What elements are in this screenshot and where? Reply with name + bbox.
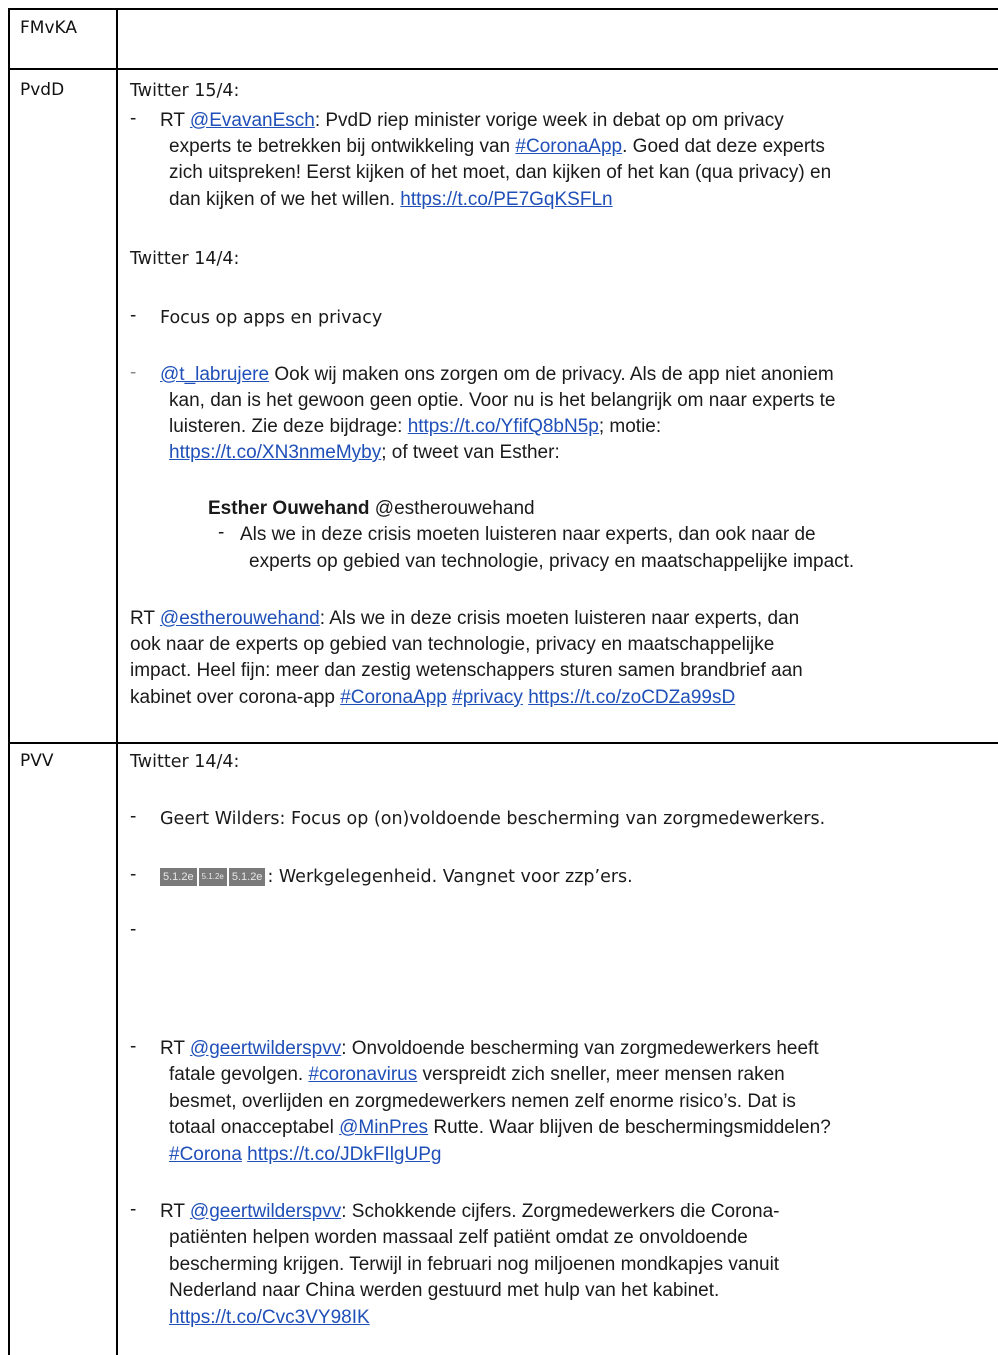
empty-bullet-dash: - xyxy=(130,919,137,940)
tweet-link[interactable]: https://t.co/zoCDZa99sD xyxy=(528,687,735,708)
pvv-rt1-line1: RT @geertwilderspvv: Onvoldoende bescher… xyxy=(160,1038,819,1059)
mention-link[interactable]: @estherouwehand xyxy=(160,608,320,629)
pvv-rt1-line3: besmet, overlijden en zorgmedewerkers ne… xyxy=(169,1091,796,1112)
pvv-rt2-line3: bescherming krijgen. Terwijl in februari… xyxy=(169,1254,780,1275)
pvdd-heading-15-4: Twitter 15/4: xyxy=(130,81,240,101)
pvv-rt1-line2: fatale gevolgen. #coronavirus verspreidt… xyxy=(169,1064,785,1085)
pvdd-focus-bullet: Focus op apps en privacy xyxy=(160,308,383,328)
table-border-top xyxy=(8,8,998,10)
pvdd-heading-14-4: Twitter 14/4: xyxy=(130,249,240,269)
pvdd-rt2-line4: kabinet over corona-app #CoronaApp #priv… xyxy=(130,687,736,708)
row-divider-1 xyxy=(8,68,998,70)
pvdd-rt2-line1: RT @estherouwehand: Als we in deze crisi… xyxy=(130,608,800,629)
quote-line1: Als we in deze crisis moeten luisteren n… xyxy=(240,524,816,545)
hashtag-link[interactable]: #CoronaApp xyxy=(340,687,447,708)
bullet-dash: - xyxy=(130,362,137,383)
tweet-link[interactable]: https://t.co/JDkFIlgUPg xyxy=(247,1144,441,1165)
pvv-heading-14-4: Twitter 14/4: xyxy=(130,752,240,772)
table-border-left xyxy=(8,8,10,1355)
table-column-divider xyxy=(116,8,118,1355)
redaction-box: 5.1.2e xyxy=(160,868,197,886)
pvdd-rt2-line2: ook naar de experts op gebied van techno… xyxy=(130,634,775,655)
redaction-box: 5.1.2e xyxy=(228,868,266,886)
row-label-pvv: PVV xyxy=(20,751,54,771)
pvdd-rt1-line2: experts te betrekken bij ontwikkeling va… xyxy=(169,136,825,157)
tweet-link[interactable]: https://t.co/XN3nmeMyby xyxy=(169,442,381,463)
mention-link[interactable]: @geertwilderspvv xyxy=(190,1038,341,1059)
bullet-dash: - xyxy=(130,108,137,129)
pvdd-rt1-line1: RT @EvavanEsch: PvdD riep minister vorig… xyxy=(160,110,784,131)
quote-author: Esther Ouwehand @estherouwehand xyxy=(208,498,535,519)
bullet-dash: - xyxy=(130,806,137,827)
pvdd-t2-line4: https://t.co/XN3nmeMyby; of tweet van Es… xyxy=(169,442,560,463)
tweet-link[interactable]: https://t.co/YfifQ8bN5p xyxy=(408,416,599,437)
pvv-rt2-line1: RT @geertwilderspvv: Schokkende cijfers.… xyxy=(160,1201,780,1222)
pvdd-rt1-line3: zich uitspreken! Eerst kijken of het moe… xyxy=(169,162,832,183)
redaction-box: 5.1.2e xyxy=(198,868,227,886)
row-divider-2 xyxy=(8,742,998,744)
hashtag-link[interactable]: #coronavirus xyxy=(308,1064,417,1085)
bullet-dash: - xyxy=(218,522,225,543)
pvv-rt2-line2: patiënten helpen worden massaal zelf pat… xyxy=(169,1227,748,1248)
pvv-rt1-line4: totaal onacceptabel @MinPres Rutte. Waar… xyxy=(169,1117,831,1138)
tweet-link[interactable]: https://t.co/PE7GqKSFLn xyxy=(400,189,612,210)
pvdd-rt1-line4: dan kijken of we het willen. https://t.c… xyxy=(169,189,613,210)
pvdd-t2-line2: kan, dan is het gewoon geen optie. Voor … xyxy=(169,390,836,411)
bullet-dash: - xyxy=(130,305,137,326)
quote-line2: experts op gebied van technologie, priva… xyxy=(249,551,855,572)
pvdd-rt2-line3: impact. Heel fijn: meer dan zestig weten… xyxy=(130,660,803,681)
mention-link[interactable]: @MinPres xyxy=(339,1117,428,1138)
row-label-pvdd: PvdD xyxy=(20,80,65,100)
hashtag-link[interactable]: #CoronaApp xyxy=(515,136,622,157)
pvv-rt1-line5: #Corona https://t.co/JDkFIlgUPg xyxy=(169,1142,441,1168)
hashtag-link[interactable]: #Corona xyxy=(169,1144,242,1165)
pvdd-t2-line3: luisteren. Zie deze bijdrage: https://t.… xyxy=(169,416,662,437)
bullet-dash: - xyxy=(130,864,137,885)
bullet-dash: - xyxy=(130,1199,137,1220)
pvv-rt2-line4: Nederland naar China werden gestuurd met… xyxy=(169,1280,720,1301)
mention-link[interactable]: @t_labrujere xyxy=(160,364,269,385)
pvv-rt2-line5: https://t.co/Cvc3VY98IK xyxy=(169,1305,370,1331)
pvdd-t2-line1: @t_labrujere Ook wij maken ons zorgen om… xyxy=(160,364,834,385)
mention-link[interactable]: @EvavanEsch xyxy=(190,110,315,131)
row-label-fmvka: FMvKA xyxy=(20,18,77,38)
mention-link[interactable]: @geertwilderspvv xyxy=(190,1201,341,1222)
bullet-dash: - xyxy=(130,1036,137,1057)
tweet-link[interactable]: https://t.co/Cvc3VY98IK xyxy=(169,1307,370,1328)
pvv-bullet-wilders: Geert Wilders: Focus op (on)voldoende be… xyxy=(160,809,826,829)
hashtag-link[interactable]: #privacy xyxy=(452,687,523,708)
pvv-bullet-werkgelegenheid: 5.1.2e 5.1.2e 5.1.2e: Werkgelegenheid. Van… xyxy=(160,864,633,890)
